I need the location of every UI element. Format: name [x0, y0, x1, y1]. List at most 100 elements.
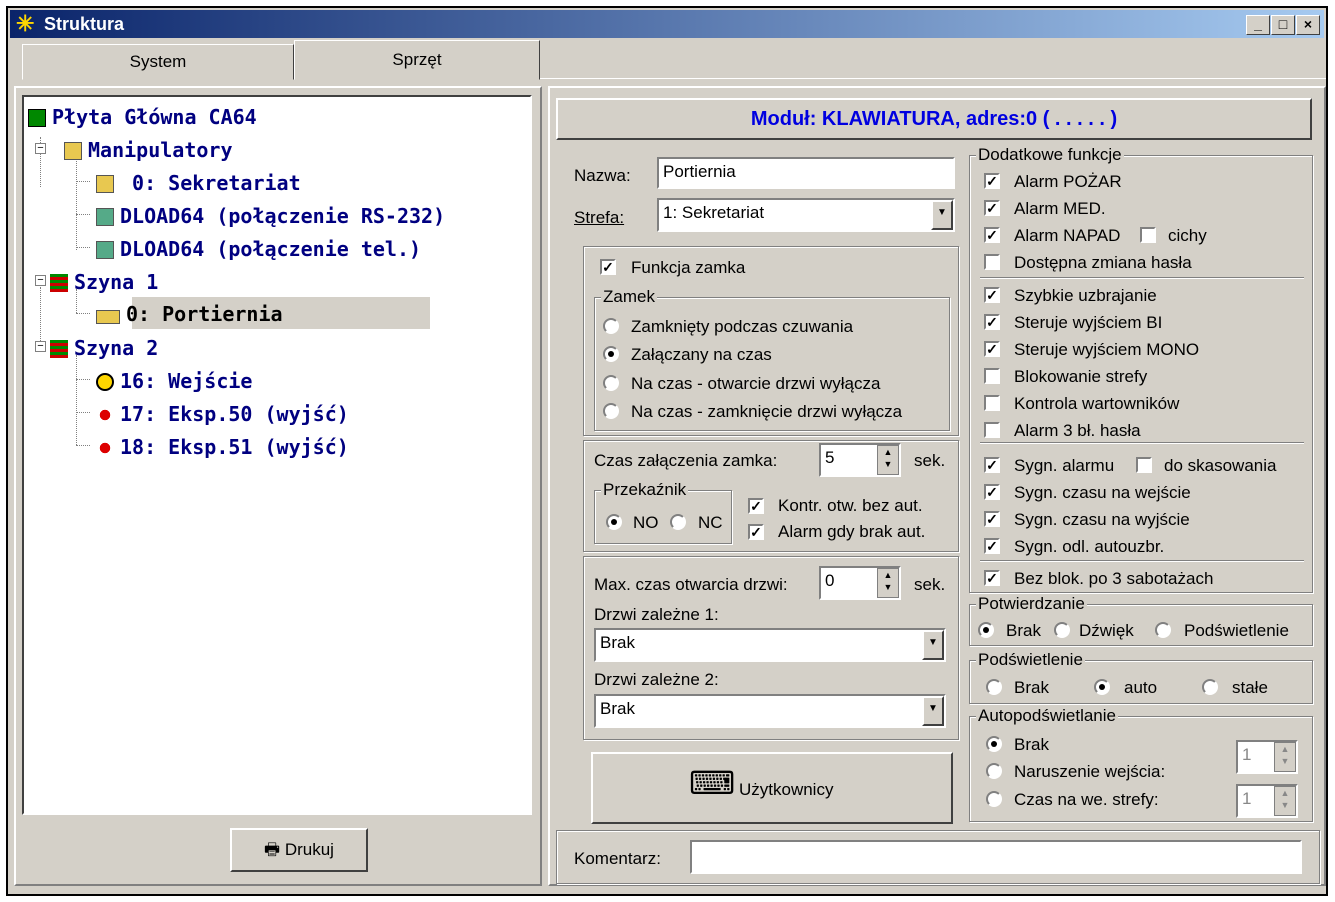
chevron-down-icon[interactable]: ▼: [922, 630, 944, 660]
minimize-button[interactable]: _: [1246, 15, 1270, 35]
kontr-checkbox[interactable]: ✓: [748, 498, 764, 514]
lock-radio-3[interactable]: [603, 375, 619, 391]
silent-checkbox[interactable]: [1140, 227, 1156, 243]
collapse-toggle[interactable]: −: [35, 275, 46, 286]
board-icon: [28, 109, 46, 127]
tree-node[interactable]: 16: Wejście: [96, 369, 252, 393]
users-button[interactable]: ⌨ Użytkownicy: [591, 752, 953, 824]
tree-node[interactable]: 18: Eksp.51 (wyjść): [96, 435, 349, 459]
max-open-spinner[interactable]: 0 ▲ ▼: [819, 566, 901, 600]
kontr-label: Kontr. otw. bez aut.: [778, 496, 923, 515]
confirm-group-label: Potwierdzanie: [976, 594, 1087, 614]
tree-node[interactable]: Manipulatory: [64, 138, 233, 162]
comment-field[interactable]: [690, 840, 1302, 874]
tab-sprzet[interactable]: Sprzęt: [294, 40, 540, 80]
spinner-arrows-icon[interactable]: ▲ ▼: [1274, 742, 1296, 772]
lock-radio-2[interactable]: [603, 346, 619, 362]
extra-function-checkbox[interactable]: ✓: [984, 341, 1000, 357]
relay-no-radio[interactable]: [606, 514, 622, 530]
extra-function-label: Blokowanie strefy: [1014, 367, 1148, 386]
maximize-button[interactable]: □: [1271, 15, 1295, 35]
backlight-radio-3[interactable]: [1202, 679, 1218, 695]
zone-time-spinner[interactable]: 1 ▲ ▼: [1236, 784, 1298, 818]
print-button[interactable]: 🖶 Drukuj: [230, 828, 368, 872]
lock-group-label: Zamek: [601, 287, 657, 307]
extra-function-label: Sygn. czasu na wyjście: [1014, 510, 1190, 529]
confirm-radio-2[interactable]: [1054, 622, 1070, 638]
spinner-arrows-icon[interactable]: ▲ ▼: [1274, 786, 1296, 816]
device-tree[interactable]: − − − Płyta Główna CA64 Manipulatory 0: …: [22, 95, 532, 815]
extra-function-checkbox[interactable]: ✓: [984, 457, 1000, 473]
extra-function-label: Alarm NAPAD: [1014, 226, 1121, 245]
extra-function-checkbox[interactable]: ✓: [984, 227, 1000, 243]
tab-system[interactable]: System: [22, 44, 294, 80]
lock-time-spinner[interactable]: 5 ▲ ▼: [819, 443, 901, 477]
door1-select[interactable]: Brak ▼: [594, 628, 946, 662]
extra-function-label: Bez blok. po 3 sabotażach: [1014, 569, 1214, 588]
door1-label: Drzwi zależne 1:: [594, 605, 719, 624]
backlight-radio-1[interactable]: [986, 679, 1002, 695]
title-bar: ✳ Struktura _ □ ×: [10, 10, 1324, 38]
tree-node[interactable]: Płyta Główna CA64: [28, 105, 257, 129]
chevron-down-icon[interactable]: ▼: [931, 200, 953, 230]
alarm-brak-checkbox[interactable]: ✓: [748, 524, 764, 540]
autobacklight-radio-1[interactable]: [986, 736, 1002, 752]
keypad-hand-icon: ⌨: [689, 765, 736, 801]
extra-function-checkbox[interactable]: [984, 254, 1000, 270]
door2-label: Drzwi zależne 2:: [594, 670, 719, 689]
extra-function-label: Steruje wyjściem BI: [1014, 313, 1163, 332]
bus-icon: [50, 340, 68, 358]
extra-function-label: Sygn. czasu na wejście: [1014, 483, 1191, 502]
tree-node[interactable]: Szyna 2: [50, 336, 158, 360]
lock-radio-1[interactable]: [603, 318, 619, 334]
users-button-label: Użytkownicy: [739, 780, 834, 799]
autobacklight-option-label: Czas na we. strefy:: [1014, 790, 1159, 809]
zone-label: Strefa:: [574, 208, 625, 227]
relay-nc-radio[interactable]: [670, 514, 686, 530]
collapse-toggle[interactable]: −: [35, 143, 46, 154]
autobacklight-radio-2[interactable]: [986, 763, 1002, 779]
extra-function-checkbox[interactable]: [984, 368, 1000, 384]
extra-function-checkbox[interactable]: [984, 395, 1000, 411]
confirm-radio-3[interactable]: [1155, 622, 1171, 638]
name-field[interactable]: Portiernia: [657, 157, 955, 189]
lock-time-label: Czas załączenia zamka:: [594, 451, 778, 470]
extra-function-checkbox[interactable]: ✓: [984, 570, 1000, 586]
extra-function-checkbox[interactable]: ✓: [984, 200, 1000, 216]
until-reset-checkbox[interactable]: [1136, 457, 1152, 473]
spinner-arrows-icon[interactable]: ▲ ▼: [877, 445, 899, 475]
tree-node[interactable]: 17: Eksp.50 (wyjść): [96, 402, 349, 426]
tree-node[interactable]: 0: Sekretariat: [96, 171, 301, 195]
confirm-radio-1[interactable]: [978, 622, 994, 638]
extra-function-checkbox[interactable]: ✓: [984, 511, 1000, 527]
confirm-option-label: Podświetlenie: [1184, 621, 1289, 640]
keypad-icon: [96, 175, 114, 193]
tree-node[interactable]: DLOAD64 (połączenie tel.): [96, 237, 421, 261]
extra-function-checkbox[interactable]: ✓: [984, 287, 1000, 303]
extra-function-checkbox[interactable]: ✓: [984, 314, 1000, 330]
tree-node[interactable]: DLOAD64 (połączenie RS-232): [96, 204, 445, 228]
until-reset-label: do skasowania: [1164, 456, 1277, 475]
close-button[interactable]: ×: [1296, 15, 1320, 35]
lock-radio-4[interactable]: [603, 403, 619, 419]
door2-select[interactable]: Brak ▼: [594, 694, 946, 728]
silent-label: cichy: [1168, 226, 1207, 245]
collapse-toggle[interactable]: −: [35, 341, 46, 352]
relay-nc-label: NC: [698, 513, 723, 532]
backlight-radio-2[interactable]: [1094, 679, 1110, 695]
tree-node[interactable]: Szyna 1: [50, 270, 158, 294]
extra-function-checkbox[interactable]: ✓: [984, 538, 1000, 554]
input-violation-spinner[interactable]: 1 ▲ ▼: [1236, 740, 1298, 774]
zone-select[interactable]: 1: Sekretariat ▼: [657, 198, 955, 232]
lock-function-checkbox[interactable]: ✓: [600, 259, 616, 275]
tree-node-selected[interactable]: 0: Portiernia: [96, 302, 283, 326]
extra-function-label: Sygn. alarmu: [1014, 456, 1115, 475]
autobacklight-group-label: Autopodświetlanie: [976, 706, 1118, 726]
extra-function-checkbox[interactable]: [984, 422, 1000, 438]
spinner-arrows-icon[interactable]: ▲ ▼: [877, 568, 899, 598]
extra-function-checkbox[interactable]: ✓: [984, 484, 1000, 500]
relay-no-label: NO: [633, 513, 659, 532]
chevron-down-icon[interactable]: ▼: [922, 696, 944, 726]
extra-function-checkbox[interactable]: ✓: [984, 173, 1000, 189]
autobacklight-radio-3[interactable]: [986, 791, 1002, 807]
